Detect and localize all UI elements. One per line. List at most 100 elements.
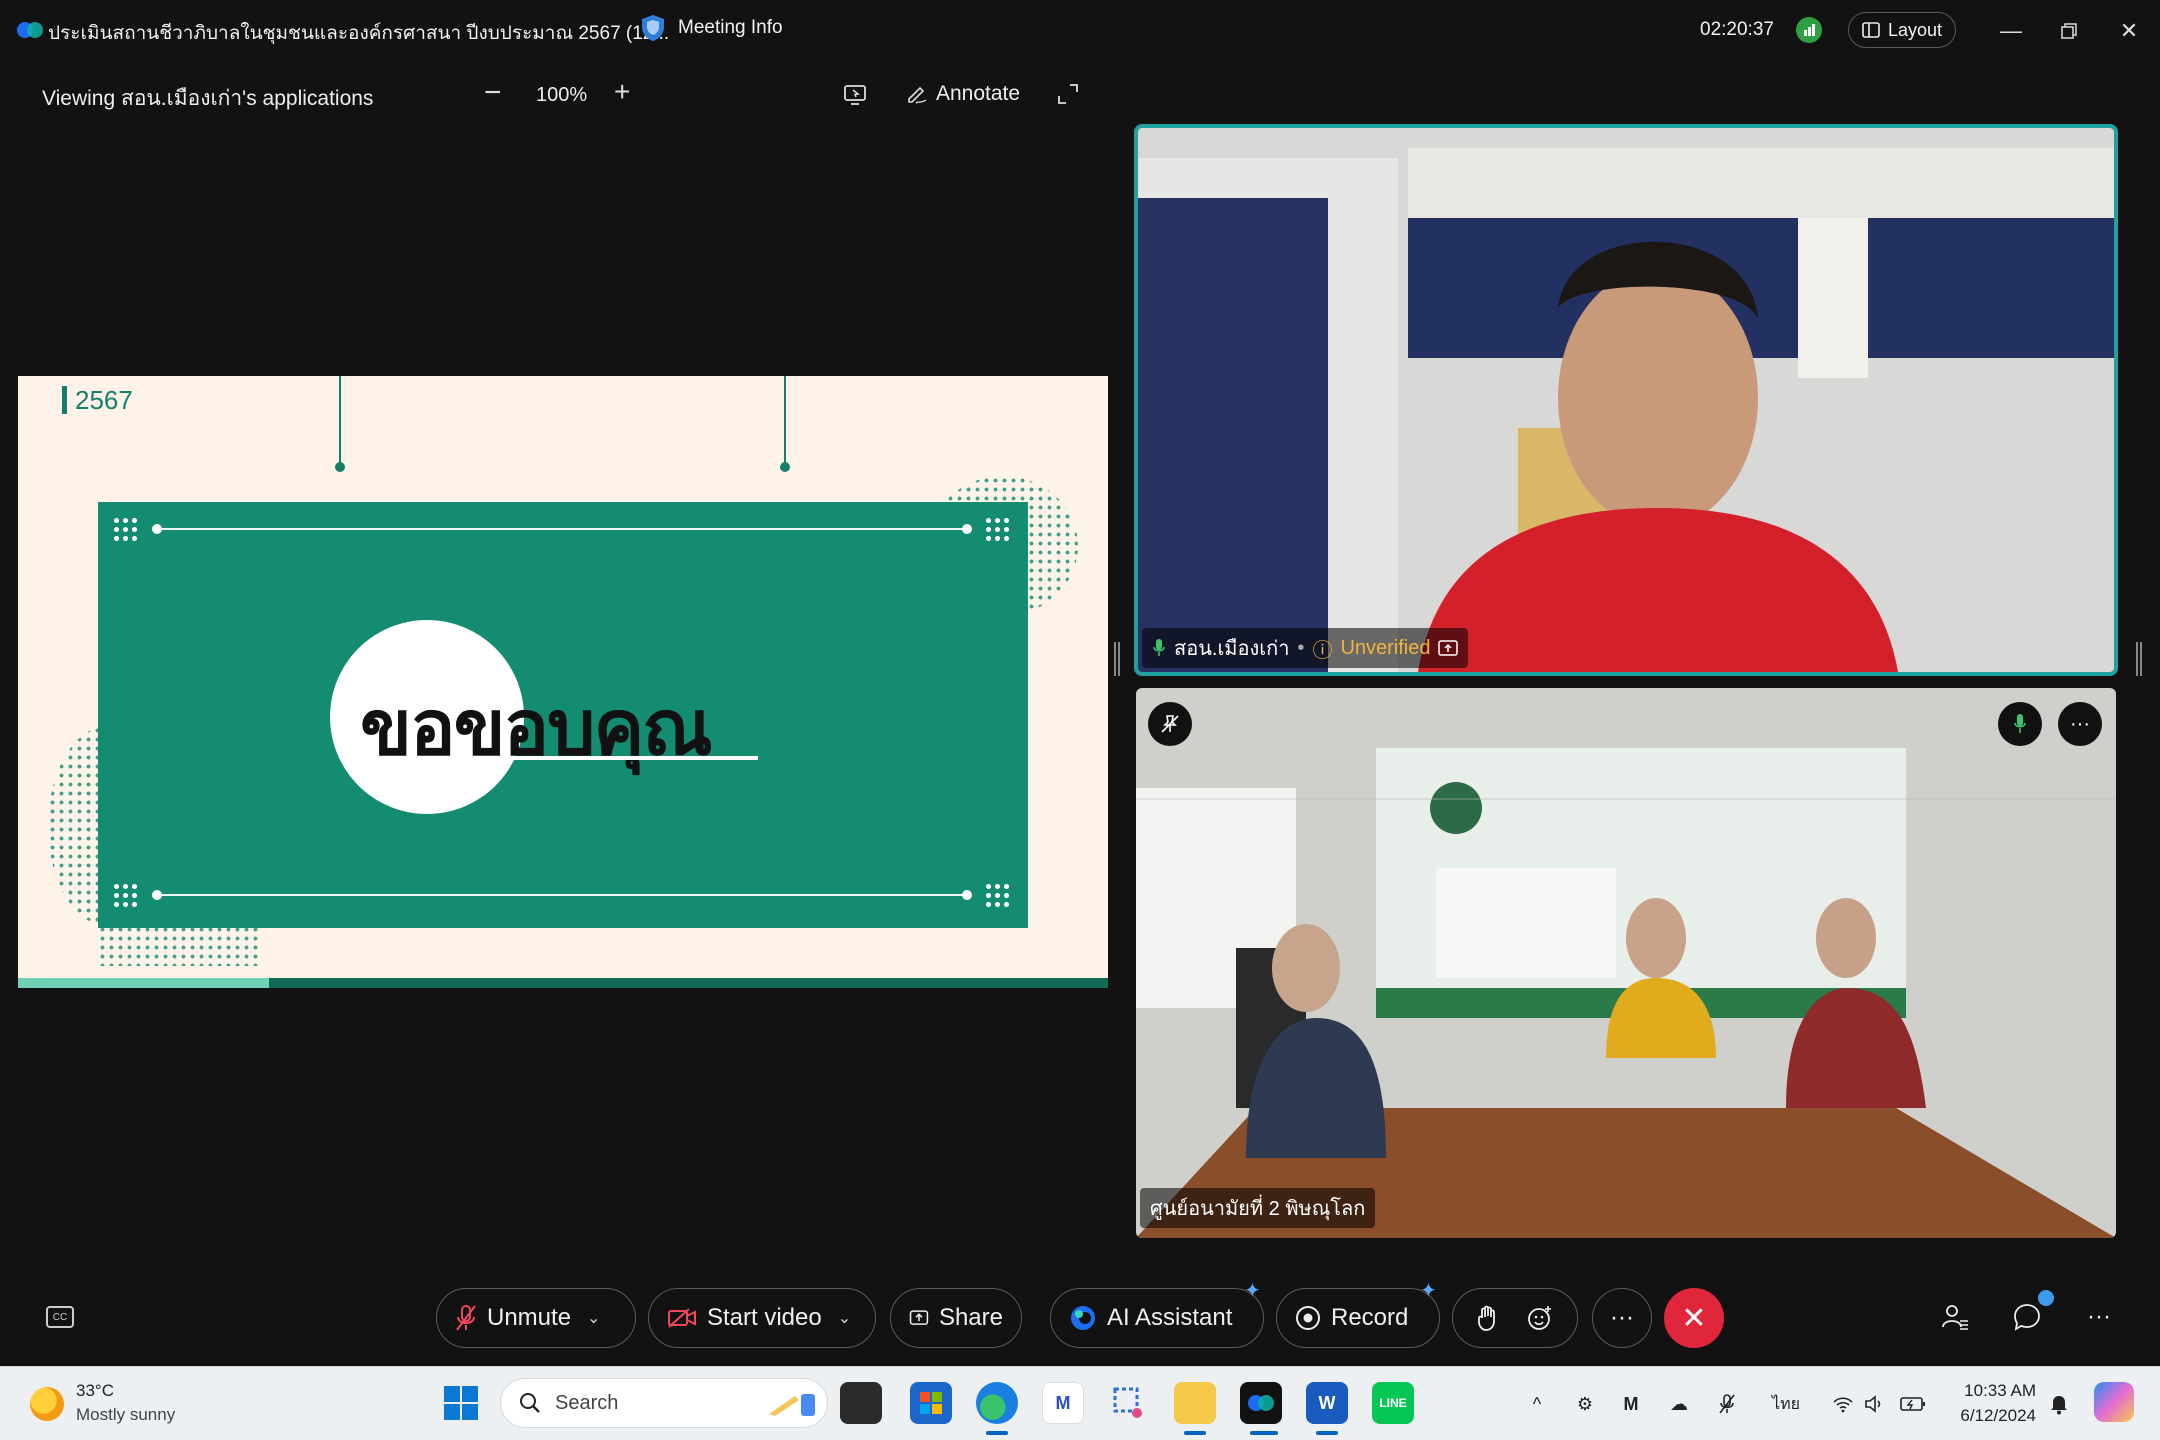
- unpin-icon[interactable]: [1148, 702, 1192, 746]
- share-label: Share: [938, 1304, 1003, 1331]
- line-app-icon[interactable]: LINE: [1372, 1382, 1414, 1424]
- video-off-icon: [668, 1308, 696, 1328]
- microphone-on-icon: [1153, 639, 1165, 656]
- viewing-label: Viewing สอน.เมืองเก่า's applications: [42, 87, 374, 110]
- layout-button[interactable]: Layout: [1848, 12, 1956, 48]
- slide-year: 2567: [62, 386, 133, 414]
- meeting-info-button[interactable]: Meeting Info: [640, 14, 783, 42]
- slide-hanger-left: [335, 376, 345, 472]
- slide-hanger-right: [780, 376, 790, 472]
- start-video-label: Start video: [707, 1304, 822, 1331]
- start-button[interactable]: [440, 1382, 482, 1424]
- meeting-timer: 02:20:37: [1700, 19, 1774, 40]
- tile-more-options-button[interactable]: ···: [2058, 702, 2102, 746]
- slide-progress-fill: [18, 978, 269, 988]
- slide-progress-bar: [18, 978, 1108, 988]
- record-button[interactable]: Record: [1276, 1288, 1440, 1348]
- mail-tray-icon[interactable]: M: [1616, 1389, 1646, 1419]
- start-video-button[interactable]: Start video ⌄: [648, 1288, 876, 1348]
- more-panels-icon[interactable]: ···: [2082, 1300, 2116, 1334]
- window-title: ประเมินสถานชีวาภิบาลในชุมชนและองค์กรศาสน…: [48, 23, 670, 44]
- running-indicator: [1184, 1431, 1206, 1435]
- slide-thanks-text: ขอขอบคุณ: [360, 686, 713, 771]
- zoom-out-button[interactable]: −: [484, 76, 502, 110]
- microphone-muted-tray-icon[interactable]: [1712, 1389, 1742, 1419]
- microphone-muted-icon: [456, 1305, 476, 1331]
- meeting-info-label: Meeting Info: [678, 17, 783, 38]
- notification-bell-icon[interactable]: [2044, 1389, 2074, 1419]
- weather-condition[interactable]: Mostly sunny: [76, 1405, 175, 1425]
- board-line-bottom: [152, 890, 972, 900]
- settings-sliders-icon[interactable]: ⚙: [1570, 1389, 1600, 1419]
- reactions-group: [1452, 1288, 1578, 1348]
- panel-splitter[interactable]: [1114, 642, 1120, 676]
- ai-assistant-button[interactable]: AI Assistant: [1050, 1288, 1264, 1348]
- taskbar-search[interactable]: Search: [500, 1378, 828, 1428]
- sparkle-icon: ✦: [1420, 1280, 1437, 1302]
- unmute-button[interactable]: Unmute ⌄: [436, 1288, 636, 1348]
- corner-dots: [984, 516, 1010, 542]
- board-line-top: [152, 524, 972, 534]
- battery-icon[interactable]: [1898, 1389, 1928, 1419]
- network-health-icon[interactable]: [1796, 17, 1822, 43]
- zoom-in-button[interactable]: +: [614, 76, 630, 108]
- chevron-down-icon[interactable]: ⌄: [587, 1308, 600, 1328]
- restore-icon[interactable]: [2054, 16, 2084, 46]
- taskbar-time[interactable]: 10:33 AM: [1948, 1381, 2036, 1401]
- copilot-icon[interactable]: [2094, 1382, 2134, 1422]
- pen-icon: [908, 86, 927, 104]
- more-options-label: ···: [1610, 1304, 1634, 1331]
- show-hidden-icons[interactable]: ^: [1522, 1389, 1552, 1419]
- corner-dots: [112, 516, 138, 542]
- participant-video: [1136, 688, 2116, 1238]
- more-options-button[interactable]: ···: [1592, 1288, 1652, 1348]
- share-button[interactable]: Share: [890, 1288, 1022, 1348]
- screen-share-icon: [1438, 640, 1459, 656]
- running-indicator: [986, 1431, 1008, 1435]
- closed-captions-icon[interactable]: CC: [46, 1306, 74, 1328]
- video-tile-active-speaker[interactable]: สอน.เมืองเก่า • ⓘ Unverified: [1134, 124, 2118, 676]
- minimize-icon[interactable]: —: [1996, 16, 2026, 46]
- volume-icon[interactable]: [1860, 1389, 1890, 1419]
- wifi-icon[interactable]: [1828, 1389, 1858, 1419]
- taskbar-date[interactable]: 6/12/2024: [1948, 1406, 2036, 1426]
- close-icon[interactable]: ✕: [2114, 16, 2144, 46]
- file-explorer-icon[interactable]: [1174, 1382, 1216, 1424]
- input-language[interactable]: ไทย: [1770, 1389, 1802, 1419]
- search-placeholder: Search: [555, 1391, 619, 1414]
- store-icon[interactable]: [910, 1382, 952, 1424]
- edge-browser-icon[interactable]: [976, 1382, 1018, 1424]
- participant-name-chip: ศูนย์อนามัยที่ 2 พิษณุโลก: [1140, 1188, 1376, 1228]
- participants-icon[interactable]: [1938, 1300, 1972, 1334]
- corner-dots: [984, 882, 1010, 908]
- end-call-button[interactable]: ✕: [1664, 1288, 1724, 1348]
- video-tile-participant[interactable]: ··· ศูนย์อนามัยที่ 2 พิษณุโลก: [1136, 688, 2116, 1238]
- chevron-down-icon[interactable]: ⌄: [838, 1308, 851, 1328]
- webex-taskbar-icon[interactable]: [1240, 1382, 1282, 1424]
- onedrive-icon[interactable]: ☁: [1664, 1389, 1694, 1419]
- weather-temperature[interactable]: 33°C: [76, 1381, 114, 1401]
- sparkle-icon: ✦: [1244, 1280, 1261, 1302]
- remote-control-icon[interactable]: [842, 82, 868, 108]
- panel-splitter[interactable]: [2136, 642, 2142, 676]
- mail-app-icon[interactable]: M: [1042, 1382, 1084, 1424]
- record-label: Record: [1331, 1304, 1409, 1331]
- record-icon: [1296, 1306, 1320, 1330]
- share-screen-icon: [909, 1310, 929, 1325]
- end-call-icon: ✕: [1681, 1301, 1707, 1335]
- share-viewer-toolbar: Viewing สอน.เมืองเก่า's applications − 1…: [0, 70, 1110, 120]
- raise-hand-icon[interactable]: [1476, 1304, 1498, 1332]
- unverified-status: Unverified: [1340, 636, 1431, 659]
- weather-sunny-icon[interactable]: [30, 1387, 64, 1421]
- chat-icon[interactable]: [2010, 1300, 2044, 1334]
- microphone-on-icon[interactable]: [1998, 702, 2042, 746]
- task-view-icon[interactable]: [840, 1382, 882, 1424]
- emoji-reaction-icon[interactable]: [1526, 1304, 1554, 1332]
- word-icon[interactable]: W: [1306, 1382, 1348, 1424]
- snipping-tool-icon[interactable]: [1108, 1382, 1150, 1424]
- fullscreen-icon[interactable]: [1056, 82, 1080, 106]
- annotate-button[interactable]: Annotate: [906, 82, 1020, 106]
- participant-name: ศูนย์อนามัยที่ 2 พิษณุโลก: [1150, 1198, 1366, 1220]
- webex-logo-icon: [17, 22, 43, 38]
- layout-icon: [1862, 22, 1880, 38]
